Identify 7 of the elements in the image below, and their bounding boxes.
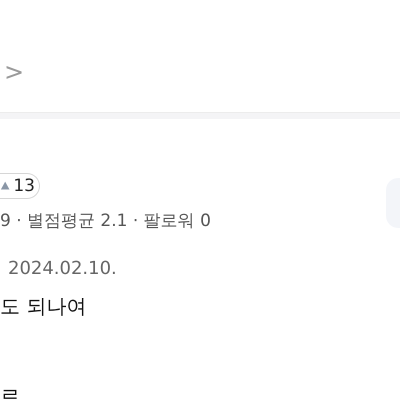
reviewer-stats: 9 · 별점평균 2.1 · 팔로워 0: [0, 210, 212, 232]
level-badge: 13: [0, 173, 40, 199]
badge-icon: [0, 180, 10, 192]
review-text: 도 되나여: [0, 293, 88, 320]
review-date: 2024.02.10.: [8, 258, 118, 279]
chevron-right-icon[interactable]: >: [4, 58, 24, 86]
review-text-line: 르: [0, 383, 20, 400]
